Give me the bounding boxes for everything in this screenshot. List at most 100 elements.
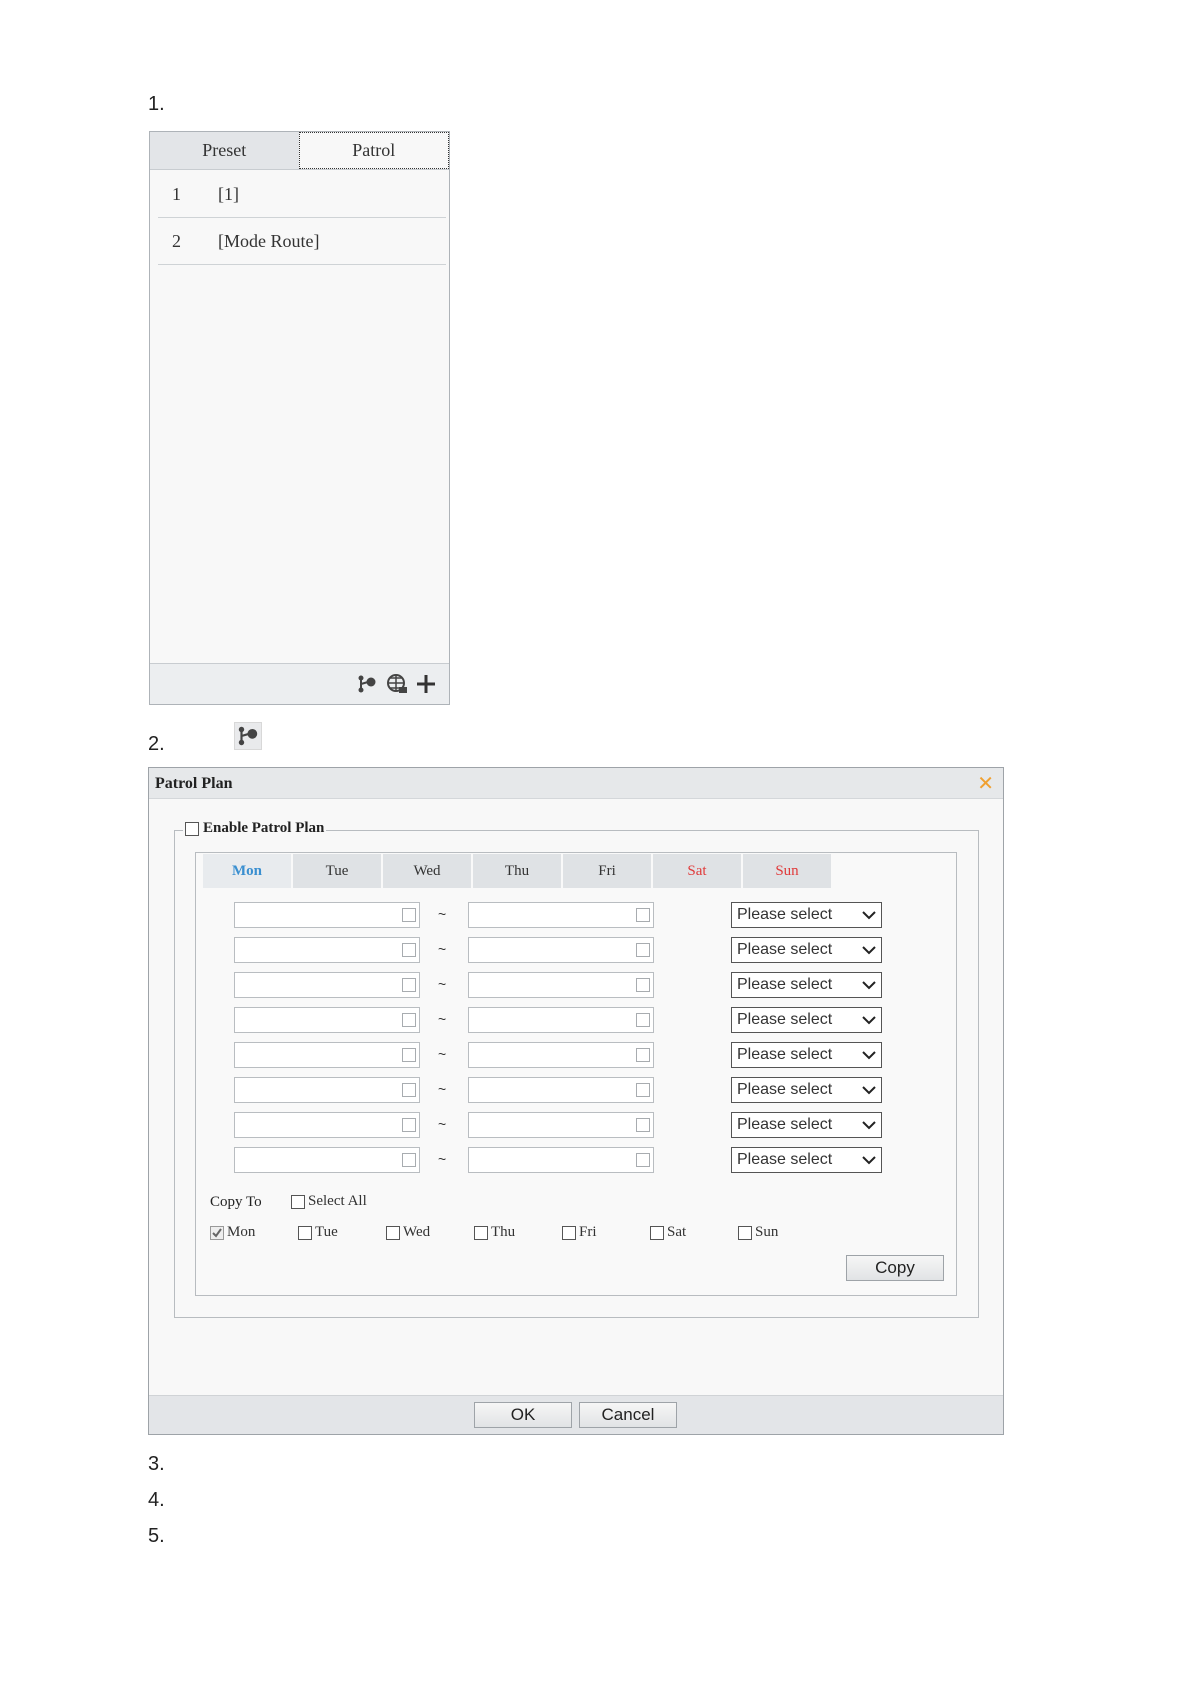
- copy-button[interactable]: Copy: [846, 1255, 944, 1281]
- schedule-row: ~ Please select: [234, 1077, 882, 1103]
- start-time-input[interactable]: [234, 1042, 420, 1068]
- route-select[interactable]: Please select: [731, 937, 882, 963]
- copy-day-label: Thu: [491, 1224, 516, 1240]
- end-time-input[interactable]: [468, 1007, 654, 1033]
- start-time-input[interactable]: [234, 1147, 420, 1173]
- copy-day-checkbox[interactable]: [738, 1225, 752, 1240]
- start-time-input[interactable]: [234, 1112, 420, 1138]
- add-icon[interactable]: [414, 672, 438, 696]
- start-time-input[interactable]: [234, 972, 420, 998]
- clock-icon[interactable]: [636, 1083, 650, 1097]
- route-select[interactable]: Please select: [731, 1112, 882, 1138]
- enable-patrol-plan-checkbox[interactable]: [185, 821, 199, 836]
- clock-icon[interactable]: [402, 1118, 416, 1132]
- tab-patrol[interactable]: Patrol: [298, 132, 449, 169]
- route-name: [Mode Route]: [218, 231, 320, 251]
- range-separator: ~: [438, 941, 447, 957]
- patrol-plan-dialog: Patrol Plan ✕ Enable Patrol Plan Mon Tue…: [148, 767, 1004, 1435]
- route-select[interactable]: Please select: [731, 1147, 882, 1173]
- clock-icon[interactable]: [402, 1013, 416, 1027]
- tab-tue[interactable]: Tue: [293, 854, 381, 888]
- copy-day-sun[interactable]: Sun: [738, 1224, 778, 1241]
- copy-day-checkbox[interactable]: [298, 1225, 312, 1240]
- clock-icon[interactable]: [402, 1083, 416, 1097]
- range-separator: ~: [438, 1011, 447, 1027]
- select-all[interactable]: Select All: [291, 1193, 367, 1210]
- start-time-input[interactable]: [234, 937, 420, 963]
- clock-icon[interactable]: [636, 943, 650, 957]
- clock-icon[interactable]: [402, 908, 416, 922]
- schedule-row: ~ Please select: [234, 902, 882, 928]
- end-time-input[interactable]: [468, 937, 654, 963]
- schedule-row: ~ Please select: [234, 1042, 882, 1068]
- tab-sat[interactable]: Sat: [653, 854, 741, 888]
- copy-day-wed[interactable]: Wed: [386, 1224, 430, 1241]
- schedule-panel: Mon Tue Wed Thu Fri Sat Sun ~ Please sele…: [195, 852, 957, 1296]
- end-time-input[interactable]: [468, 902, 654, 928]
- patrol-plan-icon[interactable]: [355, 672, 379, 696]
- clock-icon[interactable]: [636, 908, 650, 922]
- step-number-1: 1.: [148, 93, 165, 115]
- select-all-checkbox[interactable]: [291, 1194, 305, 1209]
- schedule-row: ~ Please select: [234, 937, 882, 963]
- list-item[interactable]: 1 [1]: [158, 171, 446, 218]
- copy-day-checkbox[interactable]: [562, 1225, 576, 1240]
- route-select[interactable]: Please select: [731, 902, 882, 928]
- end-time-input[interactable]: [468, 1042, 654, 1068]
- record-route-icon[interactable]: [385, 672, 409, 696]
- tab-thu[interactable]: Thu: [473, 854, 561, 888]
- end-time-input[interactable]: [468, 1112, 654, 1138]
- end-time-input[interactable]: [468, 972, 654, 998]
- end-time-input[interactable]: [468, 1147, 654, 1173]
- clock-icon[interactable]: [402, 978, 416, 992]
- start-time-input[interactable]: [234, 902, 420, 928]
- tab-mon[interactable]: Mon: [203, 854, 291, 888]
- clock-icon[interactable]: [636, 978, 650, 992]
- route-select[interactable]: Please select: [731, 1007, 882, 1033]
- dialog-title-bar: Patrol Plan ✕: [149, 768, 1003, 799]
- clock-icon[interactable]: [636, 1118, 650, 1132]
- tab-fri[interactable]: Fri: [563, 854, 651, 888]
- start-time-input[interactable]: [234, 1077, 420, 1103]
- range-separator: ~: [438, 1116, 447, 1132]
- cancel-button[interactable]: Cancel: [579, 1402, 677, 1428]
- panel-footer: [150, 663, 449, 704]
- dialog-footer: OK Cancel: [149, 1395, 1003, 1434]
- tab-wed[interactable]: Wed: [383, 854, 471, 888]
- route-select[interactable]: Please select: [731, 972, 882, 998]
- tab-sun[interactable]: Sun: [743, 854, 831, 888]
- clock-icon[interactable]: [402, 943, 416, 957]
- step-number-5: 5.: [148, 1525, 165, 1547]
- copy-day-checkbox[interactable]: [650, 1225, 664, 1240]
- start-time-input[interactable]: [234, 1007, 420, 1033]
- copy-day-checkbox-checked[interactable]: [210, 1225, 224, 1240]
- range-separator: ~: [438, 976, 447, 992]
- clock-icon[interactable]: [636, 1013, 650, 1027]
- clock-icon[interactable]: [636, 1048, 650, 1062]
- route-select-value: Please select: [737, 976, 833, 993]
- copy-day-tue[interactable]: Tue: [298, 1224, 338, 1241]
- clock-icon[interactable]: [402, 1153, 416, 1167]
- clock-icon[interactable]: [636, 1153, 650, 1167]
- schedule-row: ~ Please select: [234, 1007, 882, 1033]
- list-item[interactable]: 2 [Mode Route]: [158, 218, 446, 265]
- route-select[interactable]: Please select: [731, 1042, 882, 1068]
- copy-day-thu[interactable]: Thu: [474, 1224, 515, 1241]
- clock-icon[interactable]: [402, 1048, 416, 1062]
- patrol-plan-fieldset: Enable Patrol Plan Mon Tue Wed Thu Fri S…: [174, 820, 979, 1318]
- copy-day-label: Wed: [403, 1224, 431, 1240]
- close-icon[interactable]: ✕: [977, 771, 994, 796]
- copy-day-checkbox[interactable]: [386, 1225, 400, 1240]
- copy-day-sat[interactable]: Sat: [650, 1224, 686, 1241]
- route-select[interactable]: Please select: [731, 1077, 882, 1103]
- step-number-2: 2.: [148, 733, 165, 755]
- copy-day-label: Sun: [755, 1224, 779, 1240]
- copy-day-mon[interactable]: Mon: [210, 1224, 255, 1241]
- range-separator: ~: [438, 906, 447, 922]
- end-time-input[interactable]: [468, 1077, 654, 1103]
- route-select-value: Please select: [737, 1151, 833, 1168]
- copy-day-checkbox[interactable]: [474, 1225, 488, 1240]
- copy-day-fri[interactable]: Fri: [562, 1224, 597, 1241]
- tab-preset[interactable]: Preset: [150, 132, 299, 169]
- ok-button[interactable]: OK: [474, 1402, 572, 1428]
